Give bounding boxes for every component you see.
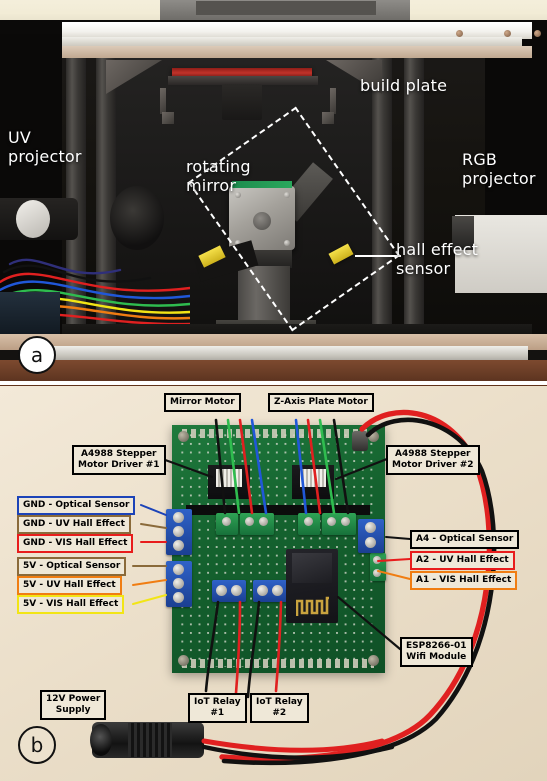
callout-a4988-driver-2: A4988 Stepper Motor Driver #2 bbox=[386, 445, 480, 475]
panel-a-badge: a bbox=[18, 336, 56, 374]
callout-gnd-optical-sensor: GND - Optical Sensor bbox=[17, 496, 136, 515]
rail-screw-1 bbox=[456, 30, 463, 37]
control-board-left bbox=[0, 292, 60, 334]
label-uv-projector: UV projector bbox=[8, 128, 82, 166]
label-rgb-projector: RGB projector bbox=[462, 150, 536, 188]
callout-iot-relay-1: IoT Relay #1 bbox=[188, 693, 247, 723]
label-build-plate: build plate bbox=[360, 76, 448, 95]
callout-a2-uv-hall-effect: A2 - UV Hall Effect bbox=[410, 551, 515, 570]
rail-screw-2 bbox=[504, 30, 511, 37]
background-equipment-inner bbox=[196, 1, 376, 15]
panel-a-machine-photo: UV projector rotating mirror build plate… bbox=[0, 0, 547, 381]
callout-12v-power-supply: 12V Power Supply bbox=[40, 690, 107, 720]
uv-projector-focus-ring bbox=[16, 200, 50, 238]
bracket-strut-right bbox=[330, 88, 336, 114]
label-hall-effect-sensor: hall effect sensor bbox=[396, 240, 479, 278]
hall-effect-leader-line bbox=[355, 255, 401, 257]
callout-iot-relay-2: IoT Relay #2 bbox=[250, 693, 309, 723]
callout-mirror-motor: Mirror Motor bbox=[164, 393, 241, 412]
bracket-joint-left bbox=[162, 112, 174, 124]
bench-wood-strip bbox=[0, 360, 547, 381]
top-aluminium-rail-lower bbox=[62, 37, 522, 46]
callout-5v-optical-sensor: 5V - Optical Sensor bbox=[17, 557, 127, 576]
callout-a4988-driver-1: A4988 Stepper Motor Driver #1 bbox=[72, 445, 166, 475]
callout-5v-uv-hall-effect: 5V - UV Hall Effect bbox=[17, 576, 122, 595]
callout-gnd-uv-hall-effect: GND - UV Hall Effect bbox=[17, 515, 131, 534]
panel-b-electronics-photo: Mirror Motor Z-Axis Plate Motor A4988 St… bbox=[0, 385, 547, 781]
callout-z-axis-plate-motor: Z-Axis Plate Motor bbox=[268, 393, 374, 412]
callout-gnd-vis-hall-effect: GND - VIS Hall Effect bbox=[17, 534, 134, 553]
uv-projector-lens bbox=[110, 186, 164, 250]
label-rotating-mirror: rotating mirror bbox=[186, 157, 251, 195]
figure-two-panel: UV projector rotating mirror build plate… bbox=[0, 0, 547, 781]
callout-5v-vis-hall-effect: 5V - VIS Hall Effect bbox=[17, 595, 125, 614]
z-axis-motor bbox=[222, 84, 262, 120]
bracket-joint-right bbox=[322, 112, 334, 124]
callout-a4-optical-sensor: A4 - Optical Sensor bbox=[410, 530, 520, 549]
panel-b-badge: b bbox=[18, 726, 56, 764]
callout-a1-vis-hall-effect: A1 - VIS Hall Effect bbox=[410, 571, 518, 590]
top-board bbox=[62, 46, 532, 58]
callout-esp8266-wifi-module: ESP8266-01 Wifi Module bbox=[400, 637, 473, 667]
rail-screw-3 bbox=[534, 30, 541, 37]
bracket-strut-left bbox=[160, 88, 166, 114]
chamber-right-dark bbox=[485, 34, 547, 216]
